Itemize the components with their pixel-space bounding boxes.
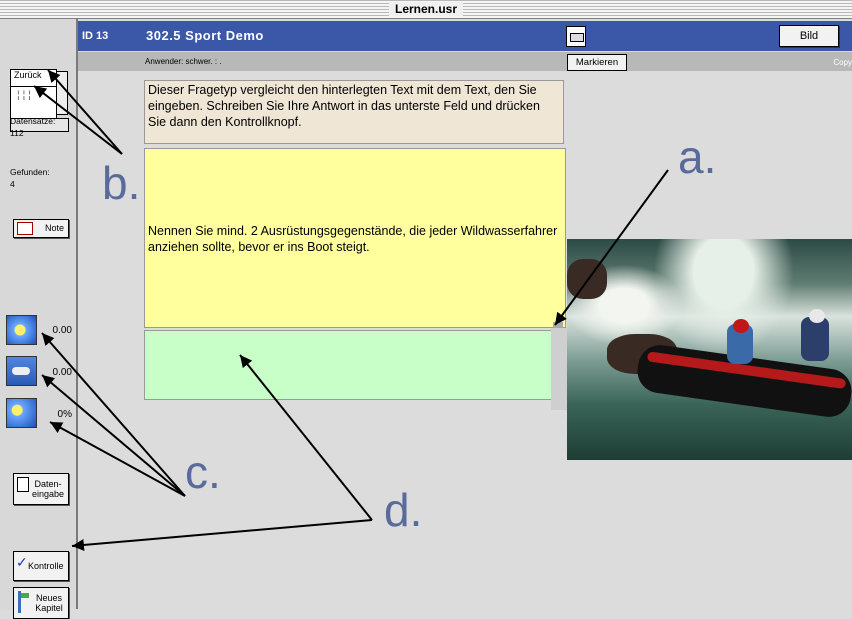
annotation-arrows [33,69,669,551]
arrow-b-1 [47,69,123,155]
arrow-c-1 [41,332,186,497]
arrow-a [554,169,669,326]
annotation-a: a. [678,131,717,183]
annotation-b: b. [102,157,141,209]
annotation-d: d. [384,484,423,536]
annotation-c: c. [185,446,221,498]
arrow-d-2 [239,354,373,521]
arrow-b-2 [33,85,123,155]
arrow-c-3 [49,421,186,497]
arrow-d-1 [71,519,373,551]
arrow-c-2 [41,374,186,497]
